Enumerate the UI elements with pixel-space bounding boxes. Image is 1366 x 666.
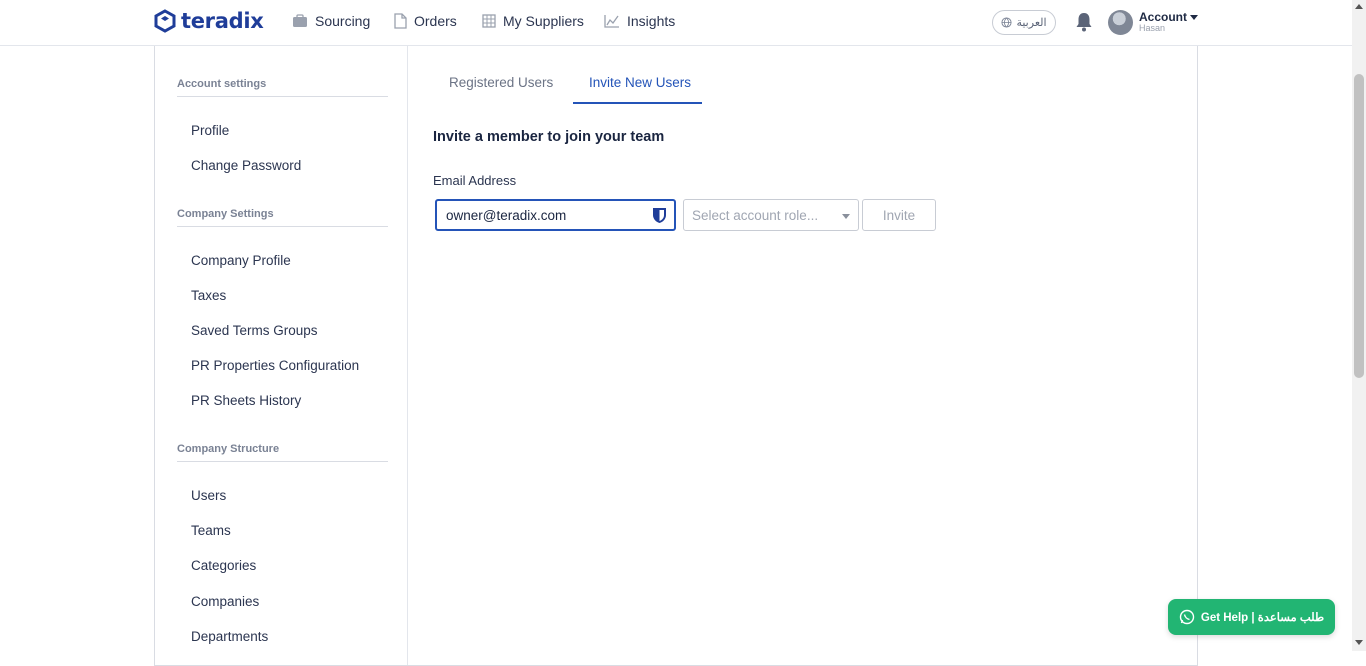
building-icon xyxy=(482,14,496,28)
sidebar-item-profile[interactable]: Profile xyxy=(191,123,229,138)
scrollbar-thumb[interactable] xyxy=(1354,74,1364,378)
sidebar-item-companies[interactable]: Companies xyxy=(191,594,259,609)
section-account-settings: Account settings xyxy=(177,78,388,97)
sidebar-item-teams[interactable]: Teams xyxy=(191,523,231,538)
sidebar-item-users[interactable]: Users xyxy=(191,488,226,503)
section-company-structure: Company Structure xyxy=(177,443,388,462)
account-menu[interactable]: Account Hasan xyxy=(1139,11,1187,33)
language-label: العربية xyxy=(1016,17,1047,29)
sidebar-item-categories[interactable]: Categories xyxy=(191,558,256,573)
account-label: Account xyxy=(1139,10,1187,24)
avatar[interactable] xyxy=(1108,10,1133,35)
scroll-down-icon[interactable] xyxy=(1355,640,1363,645)
globe-icon xyxy=(1001,17,1013,28)
settings-card: Account settings Profile Change Password… xyxy=(154,46,1198,666)
account-username: Hasan xyxy=(1139,23,1166,33)
teradix-logo-icon xyxy=(154,9,176,33)
nav-sourcing-label: Sourcing xyxy=(315,13,371,29)
invite-button[interactable]: Invite xyxy=(862,199,936,231)
nav-insights[interactable]: Insights xyxy=(604,13,675,29)
caret-down-icon[interactable] xyxy=(1190,15,1198,20)
password-manager-icon[interactable] xyxy=(652,207,667,229)
role-placeholder: Select account role... xyxy=(692,207,819,223)
language-switch-button[interactable]: العربية xyxy=(992,10,1056,35)
scroll-up-icon[interactable] xyxy=(1355,4,1363,9)
tab-invite-new-users[interactable]: Invite New Users xyxy=(589,75,691,90)
settings-sidebar: Account settings Profile Change Password… xyxy=(155,46,408,665)
sidebar-item-pr-properties-configuration[interactable]: PR Properties Configuration xyxy=(191,358,359,373)
whatsapp-icon xyxy=(1179,609,1195,625)
account-role-select[interactable]: Select account role... xyxy=(683,199,859,231)
briefcase-icon xyxy=(293,14,307,27)
sidebar-item-departments[interactable]: Departments xyxy=(191,629,268,644)
sidebar-item-change-password[interactable]: Change Password xyxy=(191,158,301,173)
sidebar-item-pr-sheets-history[interactable]: PR Sheets History xyxy=(191,393,301,408)
sidebar-item-saved-terms-groups[interactable]: Saved Terms Groups xyxy=(191,323,318,338)
tab-registered-users[interactable]: Registered Users xyxy=(449,75,553,90)
nav-orders-label: Orders xyxy=(414,13,457,29)
nav-my-suppliers[interactable]: My Suppliers xyxy=(482,13,584,29)
nav-my-suppliers-label: My Suppliers xyxy=(503,13,584,29)
shield-icon xyxy=(653,208,666,223)
nav-sourcing[interactable]: Sourcing xyxy=(292,13,370,29)
email-address-label: Email Address xyxy=(433,173,517,188)
chart-line-icon xyxy=(604,15,619,28)
get-help-label: Get Help | طلب مساعدة xyxy=(1200,612,1325,624)
section-company-settings: Company Settings xyxy=(177,208,388,227)
page-scrollbar[interactable] xyxy=(1352,0,1366,651)
get-help-button[interactable]: Get Help | طلب مساعدة xyxy=(1168,599,1335,635)
top-navbar: teradix Sourcing Orders My Suppliers Ins… xyxy=(0,0,1352,46)
nav-insights-label: Insights xyxy=(627,13,676,29)
sidebar-item-taxes[interactable]: Taxes xyxy=(191,288,226,303)
teradix-logo[interactable]: teradix xyxy=(153,9,264,33)
nav-orders[interactable]: Orders xyxy=(394,13,457,29)
brand-name: teradix xyxy=(181,9,264,33)
sidebar-item-company-profile[interactable]: Company Profile xyxy=(191,253,291,268)
document-icon xyxy=(394,13,407,29)
bell-icon xyxy=(1076,13,1092,32)
chevron-down-icon xyxy=(842,214,850,219)
active-tab-indicator xyxy=(573,102,702,104)
email-field[interactable] xyxy=(435,199,676,231)
notifications-button[interactable] xyxy=(1075,12,1093,37)
invite-heading: Invite a member to join your team xyxy=(433,129,665,145)
